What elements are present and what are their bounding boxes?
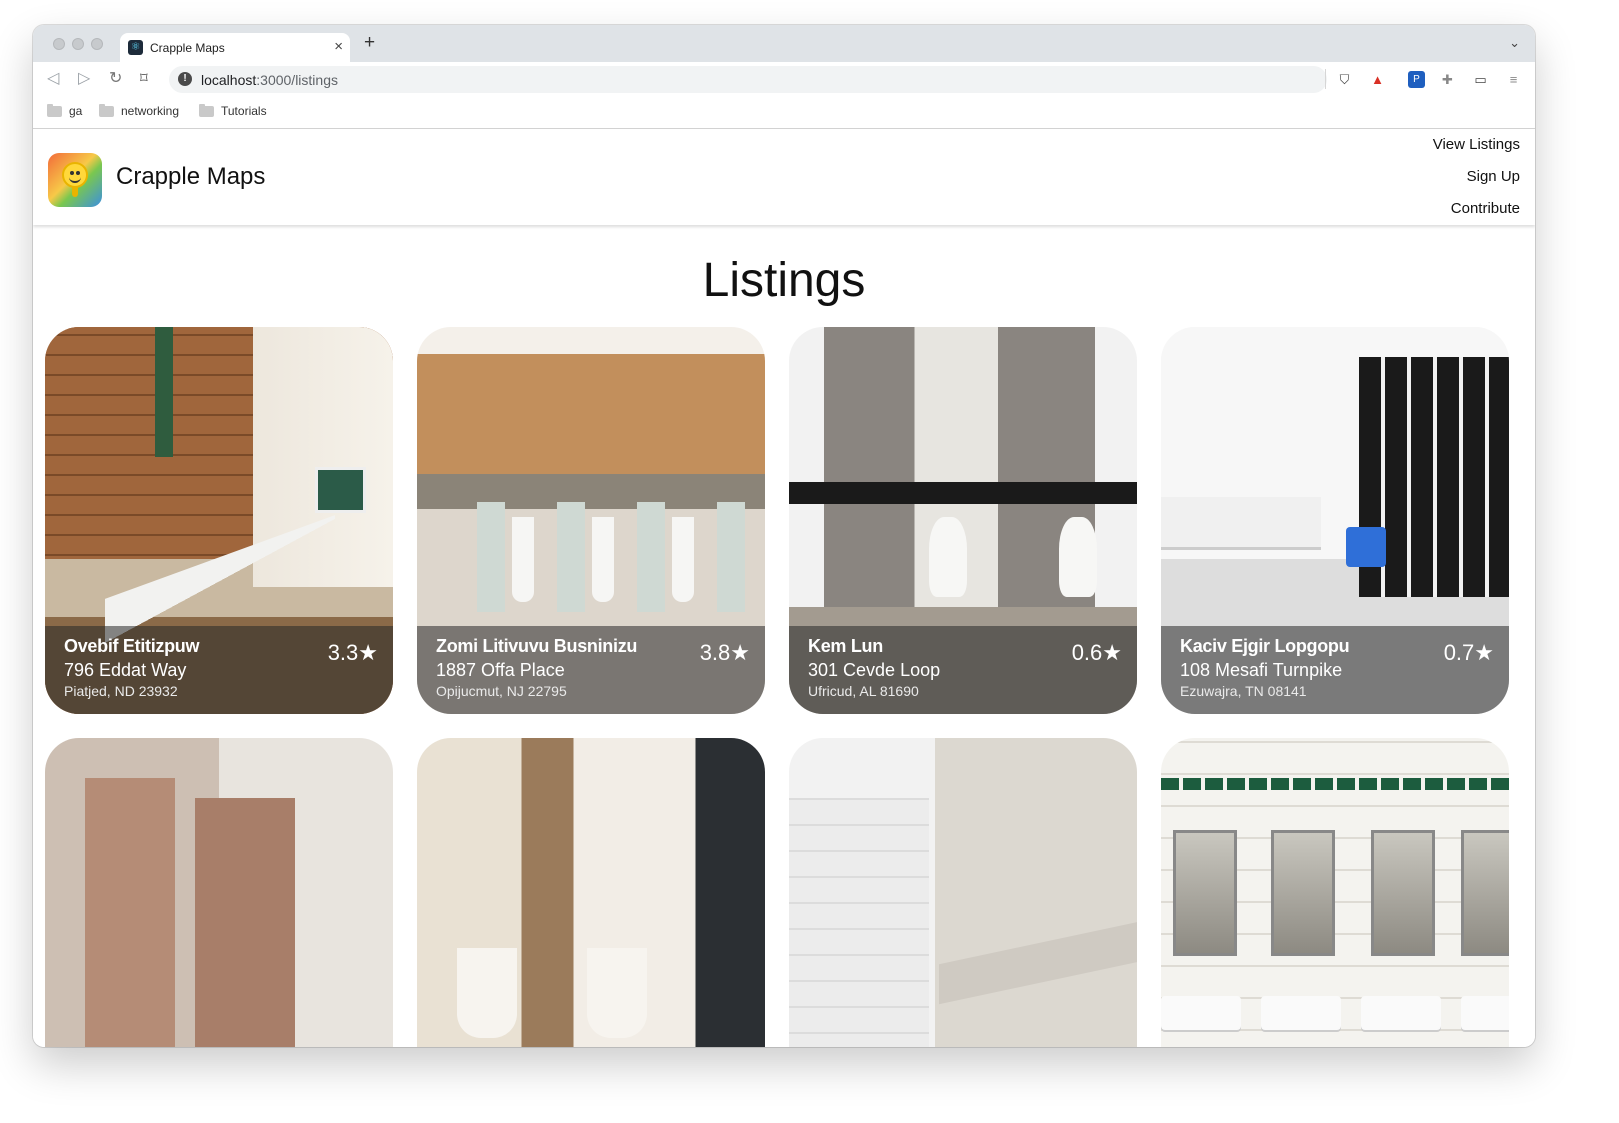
listing-city: Ezuwajra, TN 08141 [1180,683,1307,699]
listing-card[interactable] [789,738,1137,1047]
listing-street: 796 Eddat Way [64,660,187,680]
react-favicon-icon: ⚛ [128,40,143,55]
reload-icon[interactable]: ↻ [109,69,122,89]
listing-street: 301 Cevde Loop [808,660,941,680]
browser-window: ⚛ Crapple Maps × + ⌄ ◁ ▷ ↻ ⌑ ! localhost… [33,25,1535,1047]
url-host: localhost [201,72,257,88]
listing-photo [789,738,1137,1047]
listing-photo [45,738,393,1047]
toolbar-divider [1325,69,1326,89]
listing-card[interactable] [45,738,393,1047]
bookmark-label: ga [69,104,83,118]
nav-view-listings[interactable]: View Listings [1433,137,1520,153]
listing-name: Kem Lun [808,636,883,656]
listing-info-overlay: Kem Lun 301 Cevde Loop Ufricud, AL 81690… [789,626,1137,714]
listing-name: Zomi Litivuvu Busninizu [436,636,638,656]
forward-arrow-icon[interactable]: ▷ [78,69,90,89]
page-title: Listings [702,254,866,307]
listing-card[interactable]: Ovebif Etitizpuw 796 Eddat Way Piatjed, … [45,327,393,714]
bookmark-label: networking [121,104,180,118]
url-path: :3000/listings [256,72,338,88]
new-tab-button[interactable]: + [364,33,375,53]
listing-card[interactable]: Zomi Litivuvu Busninizu 1887 Offa Place … [417,327,765,714]
brand-name[interactable]: Crapple Maps [116,163,265,191]
wallet-icon[interactable]: ▭ [1472,71,1489,88]
nav-contribute[interactable]: Contribute [1433,201,1520,217]
listing-card[interactable] [417,738,765,1047]
bookmark-folder-networking[interactable]: networking [99,103,180,118]
listing-rating: 3.8★ [699,640,750,665]
tab-strip: ⚛ Crapple Maps × + ⌄ [33,25,1535,62]
listing-card[interactable]: Kem Lun 301 Cevde Loop Ufricud, AL 81690… [789,327,1137,714]
close-window-button[interactable] [53,38,65,50]
address-bar[interactable]: ! localhost:3000/listings [169,66,1327,93]
bookmark-folder-tutorials[interactable]: Tutorials [199,103,267,118]
listing-city: Opijucmut, NJ 22795 [436,683,567,699]
listing-street: 1887 Offa Place [436,660,565,680]
app-navbar: Crapple Maps View Listings Sign Up Contr… [33,129,1535,225]
listing-info-overlay: Kaciv Ejgir Lopgopu 108 Mesafi Turnpike … [1161,626,1509,714]
listing-city: Piatjed, ND 23932 [64,683,178,699]
extensions-puzzle-icon[interactable]: ✚ [1439,71,1456,88]
maximize-window-button[interactable] [91,38,103,50]
site-info-icon[interactable]: ! [178,72,192,86]
folder-icon [47,103,62,117]
listing-name: Kaciv Ejgir Lopgopu [1180,636,1350,656]
page-viewport: Crapple Maps View Listings Sign Up Contr… [33,129,1535,1047]
listing-card[interactable]: Kaciv Ejgir Lopgopu 108 Mesafi Turnpike … [1161,327,1509,714]
listing-rating: 3.3★ [327,640,378,665]
bookmark-folder-ga[interactable]: ga [47,103,83,118]
listing-photo [1161,738,1509,1047]
listing-name: Ovebif Etitizpuw [64,636,200,656]
listing-photo [417,738,765,1047]
tab-close-icon[interactable]: × [334,38,343,56]
tab-title: Crapple Maps [150,41,225,55]
listing-info-overlay: Ovebif Etitizpuw 796 Eddat Way Piatjed, … [45,626,393,714]
listing-rating: 0.7★ [1443,640,1494,665]
browser-tab[interactable]: ⚛ Crapple Maps × [120,33,350,62]
nav-sign-up[interactable]: Sign Up [1433,169,1520,185]
bookmark-label: Tutorials [221,104,267,118]
browser-toolbar: ◁ ▷ ↻ ⌑ ! localhost:3000/listings ⛉ ▲ P … [33,62,1535,97]
listing-info-overlay: Zomi Litivuvu Busninizu 1887 Offa Place … [417,626,765,714]
brave-rewards-triangle-icon[interactable]: ▲ [1369,71,1386,88]
folder-icon [99,103,114,117]
bookmark-icon[interactable]: ⌑ [140,69,148,87]
listing-city: Ufricud, AL 81690 [808,683,919,699]
extension-icon[interactable]: P [1408,71,1425,88]
nav-links: View Listings Sign Up Contribute [1433,137,1520,233]
brave-shield-icon[interactable]: ⛉ [1336,71,1353,88]
window-controls [53,38,103,50]
folder-icon [199,103,214,117]
listing-card[interactable] [1161,738,1509,1047]
url-text[interactable]: localhost:3000/listings [201,72,338,88]
minimize-window-button[interactable] [72,38,84,50]
listing-street: 108 Mesafi Turnpike [1180,660,1343,680]
crapple-maps-logo-icon[interactable] [48,153,102,207]
back-arrow-icon[interactable]: ◁ [47,69,59,89]
bookmarks-bar: ga networking Tutorials [33,97,1535,129]
menu-icon[interactable]: ≡ [1505,71,1522,88]
listing-rating: 0.6★ [1071,640,1122,665]
tab-search-chevron-icon[interactable]: ⌄ [1509,35,1520,51]
